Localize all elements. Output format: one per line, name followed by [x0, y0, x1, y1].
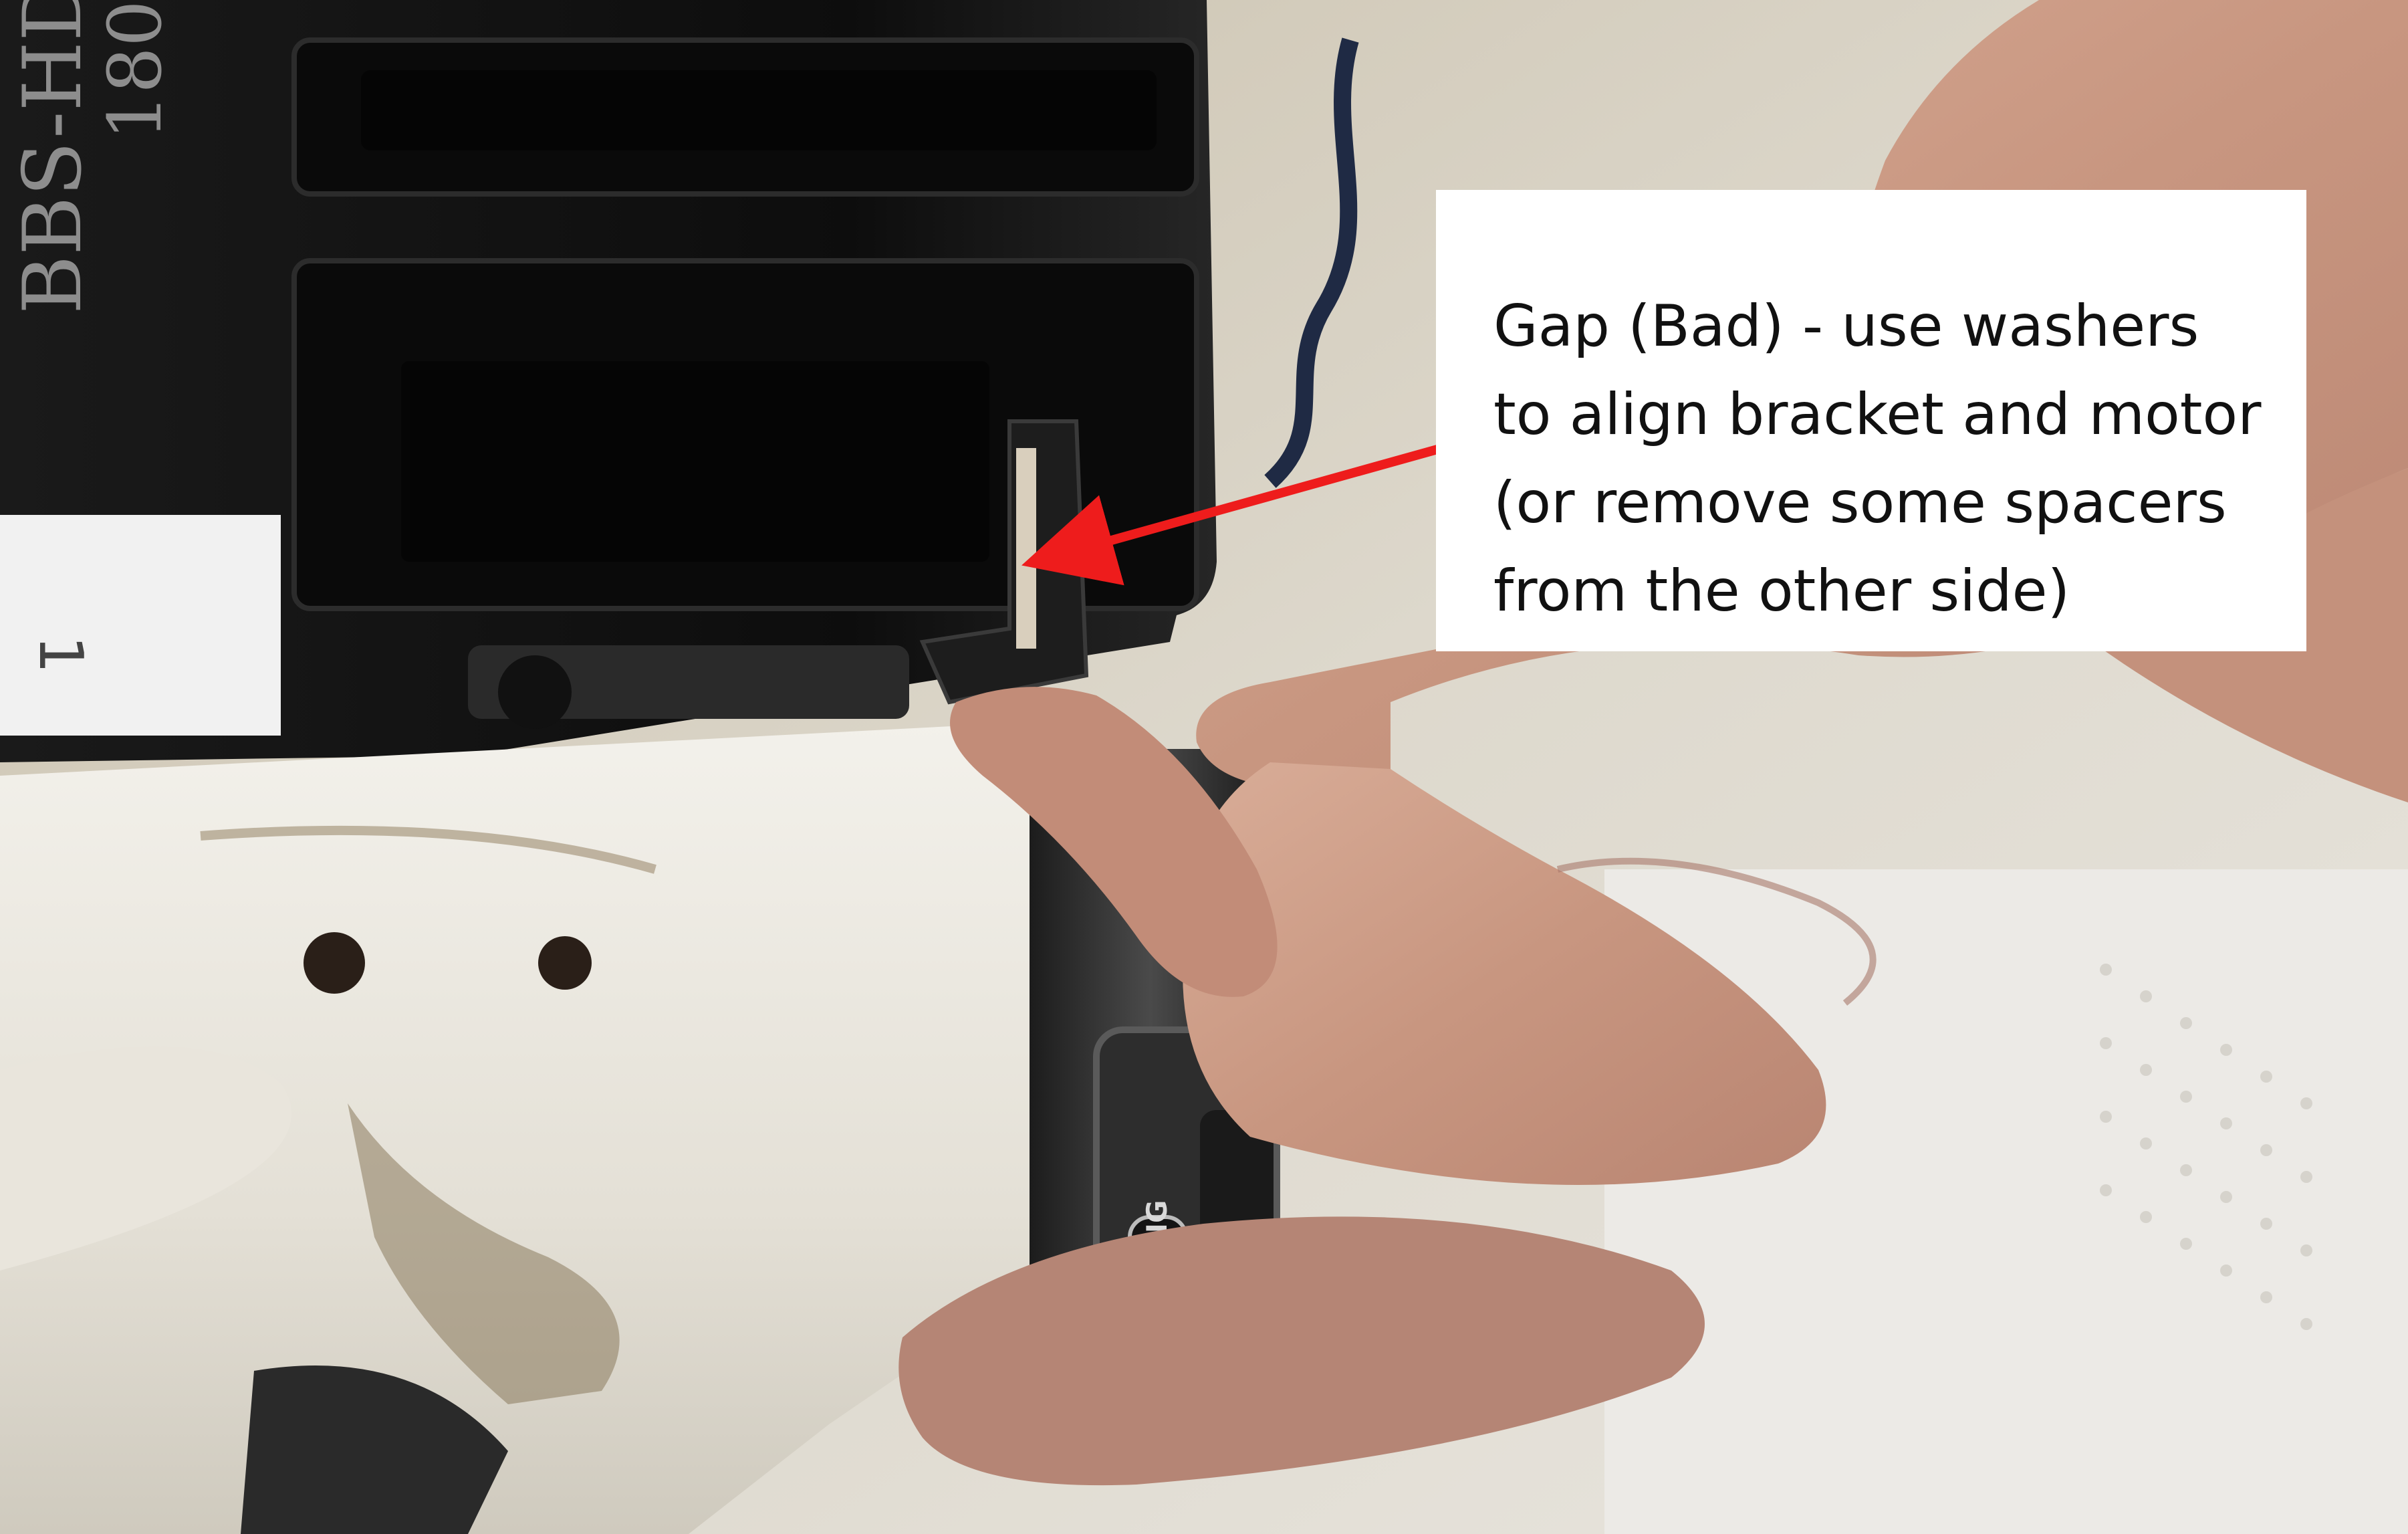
- callout-line-2: to align bracket and motor: [1493, 381, 2262, 448]
- frame-bolt-hole: [538, 936, 592, 990]
- bracket-gap: [1016, 448, 1036, 649]
- callout-line-3: (or remove some spacers: [1493, 469, 2227, 536]
- callout-line-1: Gap (Bad) - use washers: [1493, 293, 2199, 360]
- callout-line-4: from the other side): [1493, 558, 2070, 625]
- motor-model-engraving: BBS-HD: [7, 0, 100, 314]
- annotation-callout: Gap (Bad) - use washers to align bracket…: [1436, 190, 2306, 651]
- motor-serial-engraving: 1808: [92, 0, 178, 140]
- workbench-surface: [1604, 869, 2408, 1534]
- sticker-text: 1: [25, 635, 96, 673]
- frame-bolt-hole: [304, 932, 365, 994]
